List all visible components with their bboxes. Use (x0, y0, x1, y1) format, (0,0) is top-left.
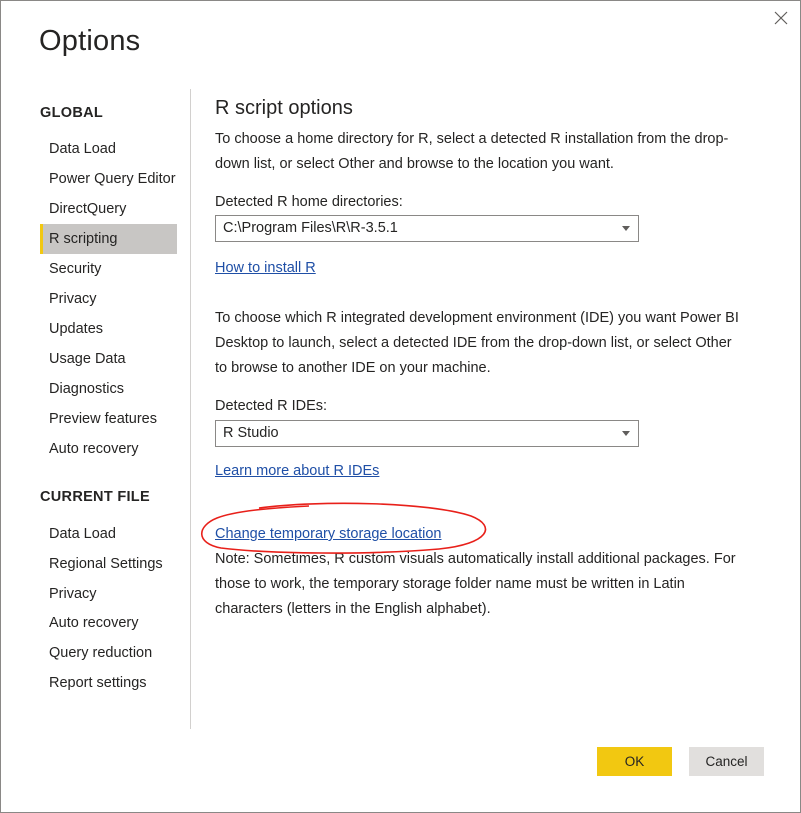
ok-button[interactable]: OK (597, 747, 672, 776)
sidebar-item-report-settings[interactable]: Report settings (40, 668, 177, 698)
home-directory-value: C:\Program Files\R\R-3.5.1 (223, 220, 398, 236)
sidebar-item-preview-features[interactable]: Preview features (40, 404, 177, 434)
sidebar-item-diagnostics[interactable]: Diagnostics (40, 374, 177, 404)
ide-learn-more-link[interactable]: Learn more about R IDEs (215, 463, 379, 479)
options-dialog: Options GLOBAL Data Load Power Query Edi… (0, 0, 801, 813)
sidebar-item-updates[interactable]: Updates (40, 314, 177, 344)
section-heading: R script options (215, 97, 353, 119)
sidebar-item-power-query-editor[interactable]: Power Query Editor (40, 164, 177, 194)
sidebar-item-directquery[interactable]: DirectQuery (40, 194, 177, 224)
close-icon (774, 11, 788, 25)
chevron-down-icon (622, 226, 630, 231)
cancel-button[interactable]: Cancel (689, 747, 764, 776)
sidebar-item-privacy[interactable]: Privacy (40, 284, 177, 314)
sidebar-item-file-privacy[interactable]: Privacy (40, 579, 177, 609)
ide-dropdown[interactable]: R Studio (215, 420, 639, 447)
storage-note: Note: Sometimes, R custom visuals automa… (215, 551, 736, 617)
install-r-link[interactable]: How to install R (215, 260, 316, 276)
sidebar-item-regional-settings[interactable]: Regional Settings (40, 549, 177, 579)
home-directory-label: Detected R home directories: (215, 194, 403, 210)
sidebar-item-query-reduction[interactable]: Query reduction (40, 638, 177, 668)
sidebar-item-r-scripting[interactable]: R scripting (40, 224, 177, 254)
global-section-heading: GLOBAL (40, 105, 104, 121)
change-storage-location-link[interactable]: Change temporary storage location (215, 526, 442, 542)
sidebar-item-file-data-load[interactable]: Data Load (40, 519, 177, 549)
current-file-section-heading: CURRENT FILE (40, 489, 150, 505)
sidebar-item-auto-recovery[interactable]: Auto recovery (40, 434, 177, 464)
ide-value: R Studio (223, 425, 279, 441)
ide-label: Detected R IDEs: (215, 398, 328, 414)
sidebar-item-security[interactable]: Security (40, 254, 177, 284)
sidebar-item-file-auto-recovery[interactable]: Auto recovery (40, 608, 177, 638)
ide-description: To choose which R integrated development… (215, 310, 739, 376)
sidebar-item-usage-data[interactable]: Usage Data (40, 344, 177, 374)
home-directory-dropdown[interactable]: C:\Program Files\R\R-3.5.1 (215, 215, 639, 242)
sidebar-item-data-load[interactable]: Data Load (40, 134, 177, 164)
close-button[interactable] (769, 6, 793, 30)
sidebar-nav: GLOBAL Data Load Power Query Editor Dire… (1, 1, 191, 812)
sidebar-divider (190, 89, 191, 729)
home-directory-description: To choose a home directory for R, select… (215, 131, 729, 172)
chevron-down-icon (622, 431, 630, 436)
